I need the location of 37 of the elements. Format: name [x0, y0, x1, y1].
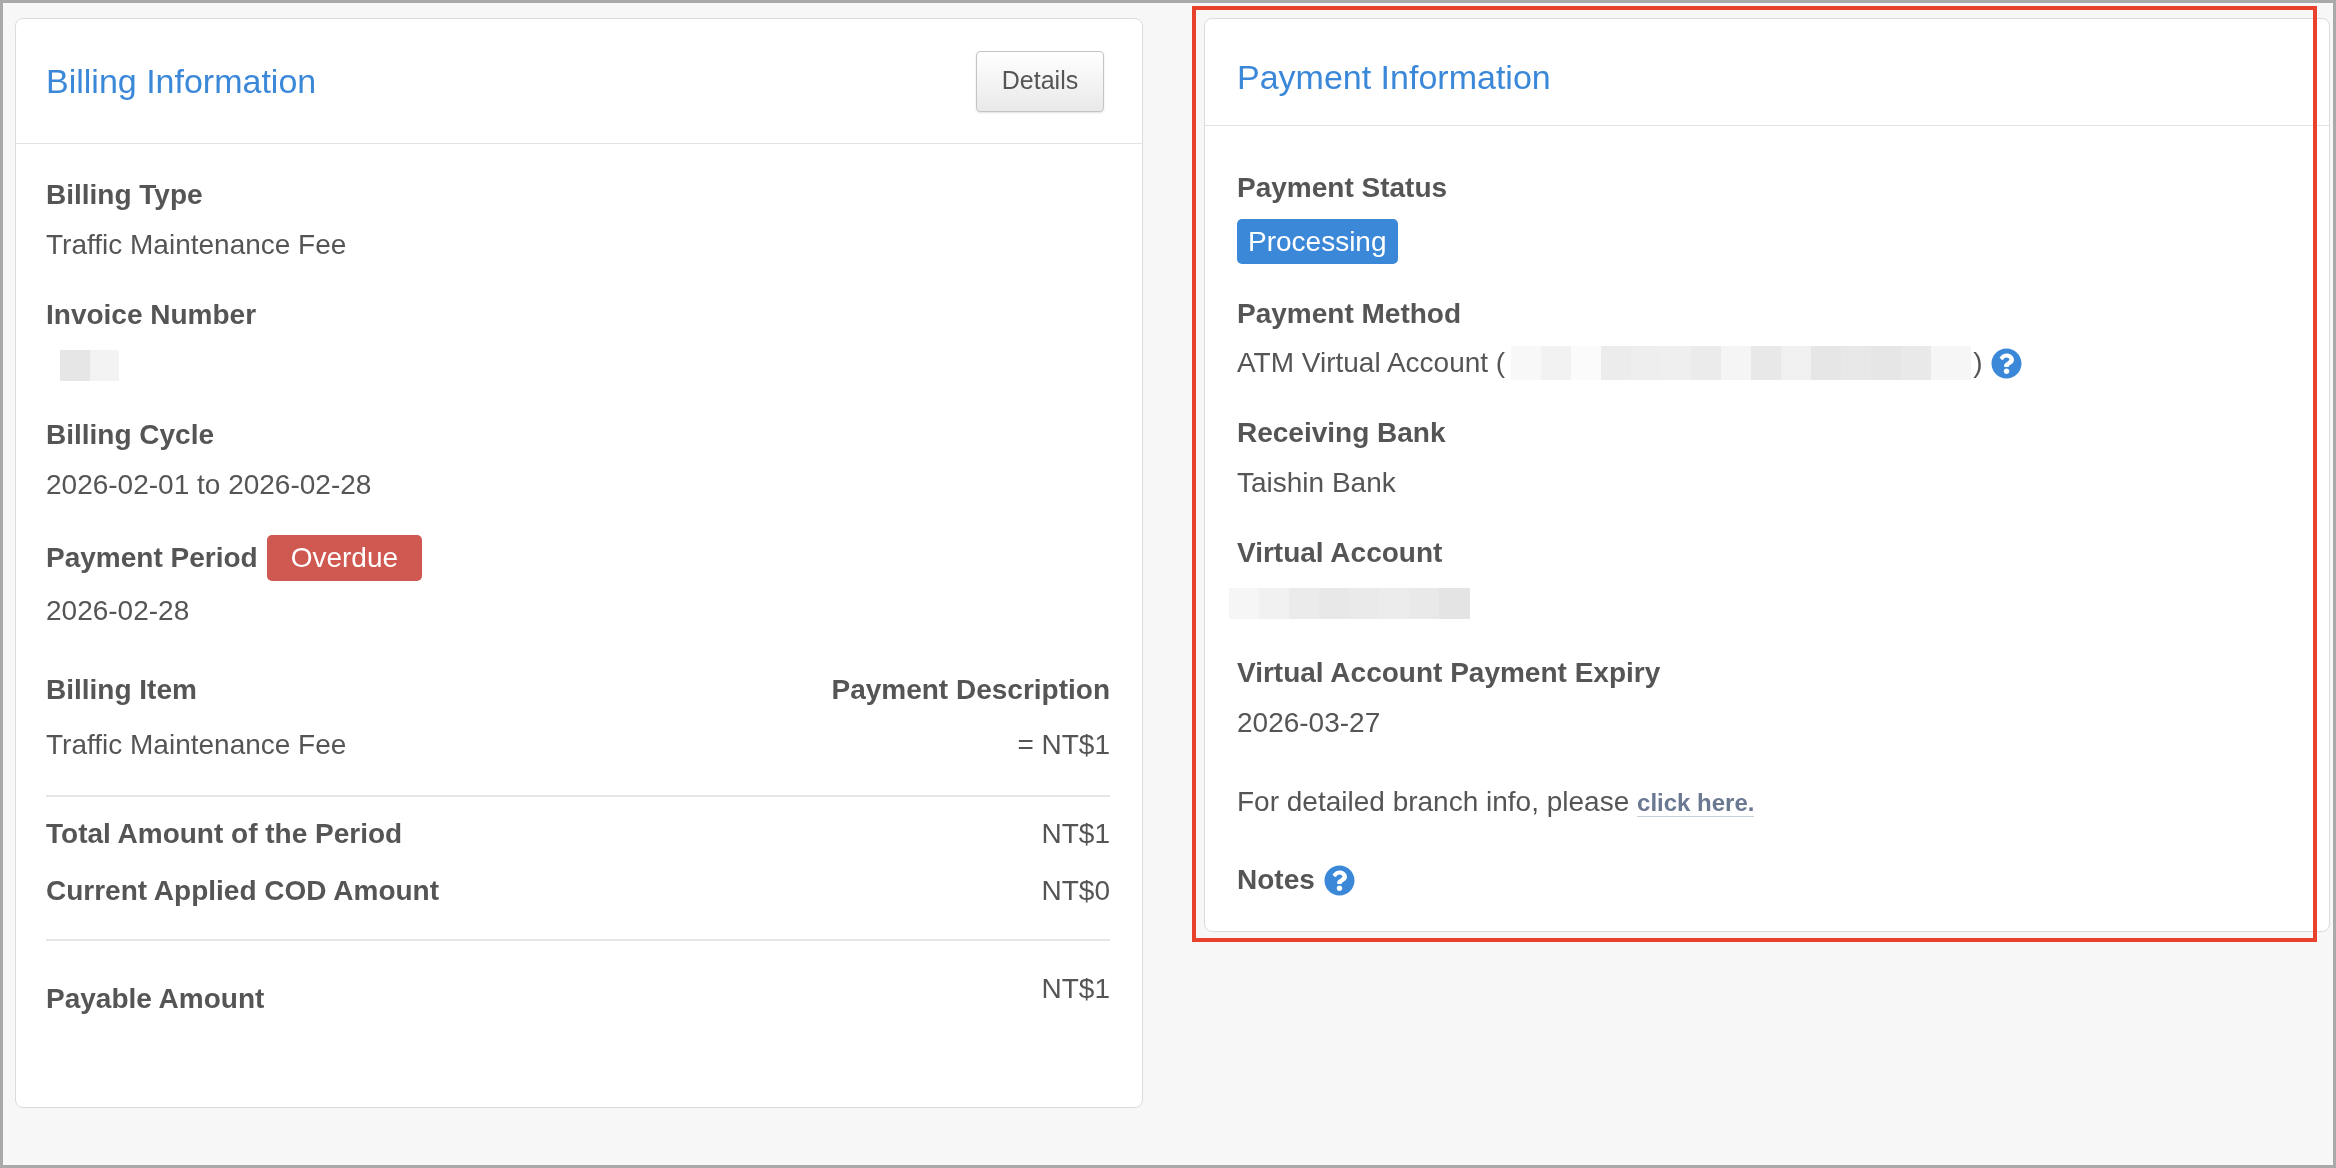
field-value: ATM Virtual Account ( [1237, 346, 1506, 380]
field-label: Virtual Account [1237, 536, 1443, 570]
column-header: Payment Description [831, 673, 1110, 707]
field-label: Payment Period [46, 541, 258, 575]
field-label: Payment Status [1237, 171, 1448, 205]
total-value: NT$1 [1041, 817, 1110, 851]
field-value: ) [1973, 346, 1983, 380]
table-cell-text: Traffic Maintenance Fee [46, 728, 347, 762]
field-label: Receiving Bank [1237, 416, 1446, 450]
field-label: Billing Type [46, 178, 203, 212]
total-label: Current Applied COD Amount [46, 874, 439, 908]
field-value: Traffic Maintenance Fee [46, 228, 347, 262]
field-label: Payment Method [1237, 297, 1462, 331]
card-title: Billing Information [46, 61, 317, 102]
field-value: 2026-03-27 [1237, 706, 1381, 740]
field-label: Invoice Number [46, 298, 257, 332]
total-label: Total Amount of the Period [46, 817, 403, 851]
status-badge: Processing [1237, 219, 1398, 264]
payable-label: Payable Amount [46, 982, 265, 1016]
click-here-link[interactable]: click here. [1637, 789, 1755, 817]
total-value: NT$0 [1041, 874, 1110, 908]
field-value: 2026-02-01 to 2026-02-28 [46, 468, 372, 502]
field-value: 2026-02-28 [46, 594, 190, 628]
card-title: Payment Information [1237, 57, 1551, 98]
help-icon[interactable] [1323, 864, 1355, 896]
field-label: Notes [1237, 863, 1315, 897]
help-icon[interactable] [1990, 347, 2022, 379]
details-button[interactable]: Details [976, 50, 1104, 112]
field-label: Virtual Account Payment Expiry [1237, 656, 1661, 690]
status-badge: Overdue [266, 535, 423, 581]
table-cell-text: = NT$1 [1017, 728, 1110, 762]
branch-info-text: For detailed branch info, please click here. [1237, 785, 1755, 819]
payable-value: NT$1 [1041, 972, 1110, 1006]
column-header: Billing Item [46, 673, 197, 707]
redacted-block [60, 349, 119, 381]
field-label: Billing Cycle [46, 418, 215, 452]
field-value: Taishin Bank [1237, 466, 1396, 500]
